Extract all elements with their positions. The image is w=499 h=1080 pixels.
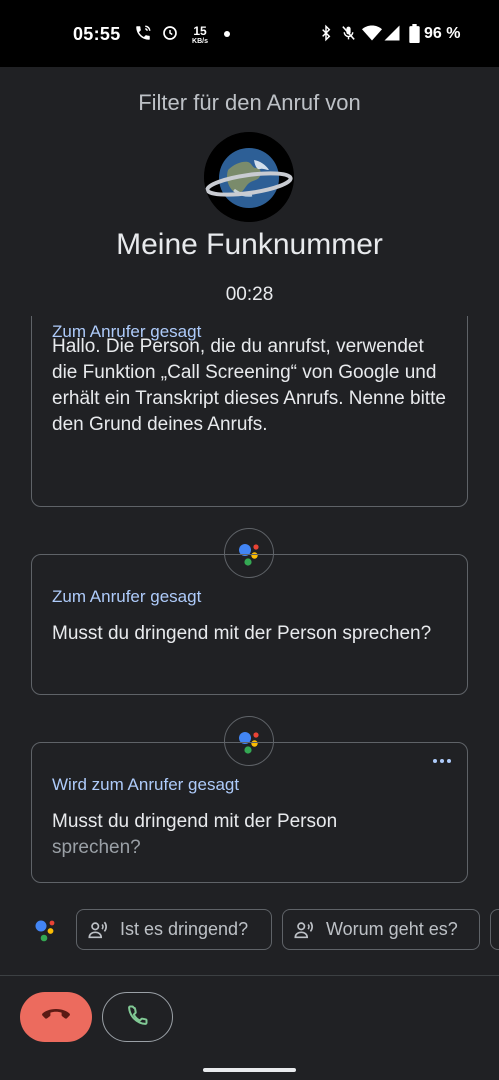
status-bar: 05:55 15 KB/s 96 % (0, 0, 499, 67)
signal-icon (382, 22, 402, 44)
screening-subtitle: Filter für den Anruf von (138, 90, 361, 115)
answer-call-button[interactable] (102, 992, 173, 1042)
divider (0, 975, 499, 976)
caller-name: Meine Funknummer (116, 228, 383, 261)
notification-dot-icon (224, 31, 230, 37)
quick-reply-chip-overflow[interactable] (490, 909, 499, 950)
wifi-call-icon (133, 22, 153, 44)
call-timer: 00:28 (225, 284, 274, 305)
transcript-spoken: Musst du dringend mit der Person (52, 811, 338, 832)
end-call-button[interactable] (20, 992, 92, 1042)
quick-reply-chip[interactable]: Ist es dringend? (76, 909, 272, 950)
chip-label: Worum geht es? (326, 919, 458, 939)
status-time: 05:55 (73, 24, 121, 44)
transcript-label: Wird zum Anrufer gesagt (52, 775, 240, 794)
transcript-text: Musst du dringend mit der Person sprechen… (52, 809, 449, 861)
quick-reply-chip[interactable]: Worum geht es? (282, 909, 480, 950)
network-speed: 15 KB/s (192, 24, 208, 45)
transcript-text: Musst du dringend mit der Person spreche… (52, 623, 432, 644)
assistant-icon (30, 914, 62, 946)
transcript-text: Hallo. Die Person, die du anrufst, verwe… (52, 336, 446, 435)
transcript-label: Zum Anrufer gesagt (52, 587, 202, 606)
battery-percent: 96 % (424, 25, 461, 42)
bluetooth-icon (316, 22, 336, 44)
transcript-card-active: Wird zum Anrufer gesagt Musst du dringen… (31, 742, 468, 883)
sync-icon (160, 22, 180, 44)
transcript-pending: sprechen? (52, 837, 141, 858)
voice-reply-icon (292, 918, 316, 942)
transcript-list[interactable]: Zum Anrufer gesagt Hallo. Die Person, di… (0, 316, 499, 906)
caller-avatar (204, 132, 294, 222)
typing-dots-icon (433, 757, 451, 765)
wifi-icon (362, 22, 382, 44)
transcript-card: Zum Anrufer gesagt Musst du dringend mit… (31, 554, 468, 695)
chip-label: Ist es dringend? (120, 919, 249, 939)
transcript-card: Zum Anrufer gesagt Hallo. Die Person, di… (31, 316, 468, 507)
phone-icon (126, 1003, 150, 1032)
end-call-icon (41, 1008, 71, 1027)
battery-icon (404, 22, 424, 44)
mic-muted-icon (338, 22, 358, 44)
quick-reply-row[interactable]: Ist es dringend? Worum geht es? (0, 909, 499, 951)
gesture-nav-handle[interactable] (203, 1068, 296, 1072)
voice-reply-icon (86, 918, 110, 942)
